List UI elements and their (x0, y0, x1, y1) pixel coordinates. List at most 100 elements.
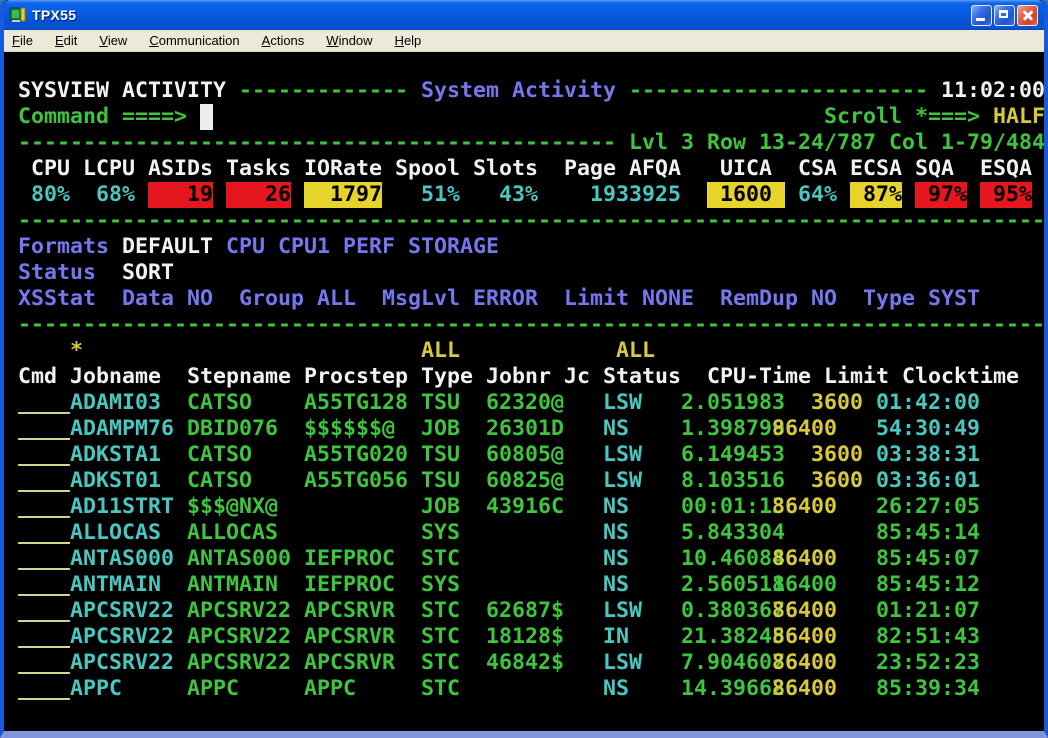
job-type: TSU (421, 390, 460, 416)
window-title: TPX55 (32, 7, 971, 23)
col-header-cpu-time: CPU-Time (707, 364, 811, 390)
position-line: ----------------------------------------… (4, 130, 1044, 156)
job-clocktime: 54:30:49 (876, 416, 980, 442)
job-cmd-input[interactable]: ____ (18, 624, 70, 650)
job-status: NS (603, 416, 629, 442)
stat-header-tasks: Tasks (226, 156, 291, 182)
stat-header-slots: Slots (473, 156, 538, 182)
stat-header-afqa: AFQA (629, 156, 681, 182)
minimize-button[interactable] (971, 5, 992, 26)
xsstat-line: XSStatDataNOGroupALLMsgLvlERRORLimitNONE… (4, 286, 1044, 312)
job-clocktime: 03:36:01 (876, 468, 980, 494)
job-limit: 86400 (772, 572, 837, 598)
job-jc: $ (551, 598, 564, 624)
format-option-default[interactable]: DEFAULT (122, 234, 213, 260)
format-option-cpu1[interactable]: CPU1 (278, 234, 330, 260)
stat-header-page: Page (564, 156, 616, 182)
job-row: ____ADAMPM76DBID076$$$$$$@JOB26301DNS1.3… (4, 416, 1044, 442)
job-limit: 3600 (811, 390, 863, 416)
format-option-perf[interactable]: PERF (343, 234, 395, 260)
menu-item-window[interactable]: Window (318, 32, 386, 50)
job-stepname: $$$@NX@ (187, 494, 278, 520)
job-jobname: ADAMI03 (70, 390, 161, 416)
filter-type[interactable]: ALL (421, 338, 460, 364)
job-type: JOB (421, 416, 460, 442)
job-cpu-time: 0.380367 (681, 598, 785, 624)
stat-afqa: 33925 (616, 182, 681, 208)
close-button[interactable] (1017, 5, 1038, 26)
col-header-procstep: Procstep (304, 364, 408, 390)
filter-status[interactable]: ALL (616, 338, 655, 364)
remdup-value[interactable]: NO (811, 286, 837, 312)
stat-page: 19 (590, 182, 616, 208)
limit-value[interactable]: NONE (642, 286, 694, 312)
job-clocktime: 85:45:12 (876, 572, 980, 598)
job-cmd-input[interactable]: ____ (18, 390, 70, 416)
job-row: ____APCSRV22APCSRV22APCSRVRSTC18128$IN21… (4, 624, 1044, 650)
menu-item-view[interactable]: View (91, 32, 141, 50)
menu-item-communication[interactable]: Communication (141, 32, 253, 50)
stat-tasks-alert: 26 (226, 182, 291, 208)
menu-item-file[interactable]: File (4, 32, 47, 50)
type-value[interactable]: SYST (928, 286, 980, 312)
menu-item-help[interactable]: Help (387, 32, 436, 50)
stat-header-cpu: CPU (31, 156, 70, 182)
format-option-cpu[interactable]: CPU (226, 234, 265, 260)
job-cmd-input[interactable]: ____ (18, 468, 70, 494)
job-type: STC (421, 650, 460, 676)
data-value[interactable]: NO (187, 286, 213, 312)
stat-header-ecsa: ECSA (850, 156, 902, 182)
msglvl-value[interactable]: ERROR (473, 286, 538, 312)
scroll-value[interactable]: HALF (993, 104, 1044, 130)
remdup-label: RemDup (720, 286, 798, 312)
format-option-storage[interactable]: STORAGE (408, 234, 499, 260)
col-header-jobname: Jobname (70, 364, 161, 390)
status-sort[interactable]: SORT (122, 260, 174, 286)
col-header-cmd: Cmd (18, 364, 57, 390)
filter-jobname[interactable]: * (70, 338, 83, 364)
stat-esqa-alert: 95% (980, 182, 1032, 208)
job-jobname: ADAMPM76 (70, 416, 174, 442)
job-cmd-input[interactable]: ____ (18, 572, 70, 598)
job-row: ____APCSRV22APCSRV22APCSRVRSTC62687$LSW0… (4, 598, 1044, 624)
dash-rule: ----------------------- (629, 78, 928, 104)
separator-line: ----------------------------------------… (4, 208, 1044, 234)
job-cmd-input[interactable]: ____ (18, 598, 70, 624)
job-row: ____ADKSTA1CATSOA55TG020TSU60805@LSW6.14… (4, 442, 1044, 468)
menu-item-actions[interactable]: Actions (254, 32, 319, 50)
job-cmd-input[interactable]: ____ (18, 520, 70, 546)
command-cursor[interactable] (200, 104, 213, 130)
job-jobname: APCSRV22 (70, 624, 174, 650)
job-status: LSW (603, 650, 642, 676)
command-prompt: Command ====> (18, 104, 187, 130)
job-procstep: A55TG020 (304, 442, 408, 468)
job-limit: 3600 (811, 468, 863, 494)
job-stepname: CATSO (187, 468, 252, 494)
job-status: NS (603, 676, 629, 702)
job-clocktime: 01:21:07 (876, 598, 980, 624)
stat-slots: 43% (499, 182, 538, 208)
maximize-button[interactable] (994, 5, 1015, 26)
job-cmd-input[interactable]: ____ (18, 494, 70, 520)
job-cpu-time: 14.39662 (681, 676, 785, 702)
job-cmd-input[interactable]: ____ (18, 546, 70, 572)
job-procstep: A55TG128 (304, 390, 408, 416)
job-type: TSU (421, 468, 460, 494)
type-label: Type (863, 286, 915, 312)
job-jobnr: 60805 (486, 442, 551, 468)
job-procstep: APCSRVR (304, 650, 395, 676)
job-cmd-input[interactable]: ____ (18, 416, 70, 442)
job-status: LSW (603, 468, 642, 494)
job-procstep: APPC (304, 676, 356, 702)
job-procstep: IEFPROC (304, 546, 395, 572)
job-cmd-input[interactable]: ____ (18, 650, 70, 676)
group-value[interactable]: ALL (317, 286, 356, 312)
title-bar[interactable]: TPX55 (4, 0, 1044, 30)
terminal-screen[interactable]: SYSVIEW ACTIVITY-------------System Acti… (4, 52, 1044, 738)
col-header-type: Type (421, 364, 473, 390)
job-cmd-input[interactable]: ____ (18, 676, 70, 702)
job-clocktime: 23:52:23 (876, 650, 980, 676)
job-cmd-input[interactable]: ____ (18, 442, 70, 468)
menu-item-edit[interactable]: Edit (47, 32, 91, 50)
command-line: Command ====> Scroll *===>HALF (4, 104, 1044, 130)
